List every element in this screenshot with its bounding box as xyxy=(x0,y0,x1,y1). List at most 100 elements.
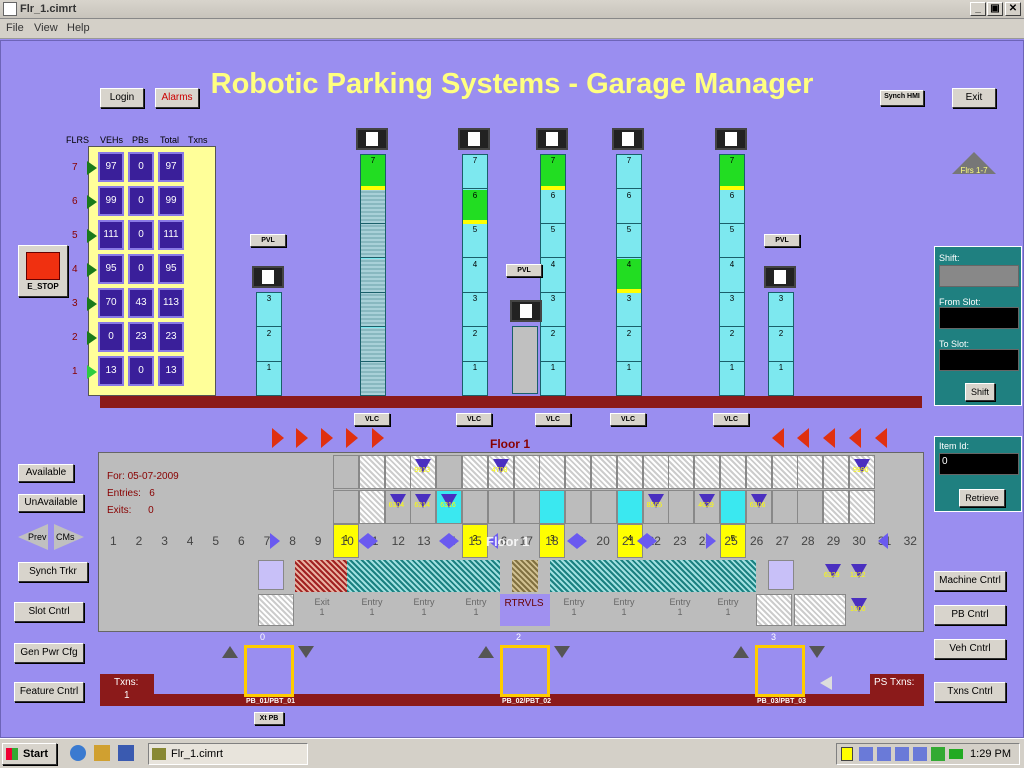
slot-cell[interactable] xyxy=(823,455,850,489)
tower-slot[interactable] xyxy=(361,327,385,362)
slot-cell[interactable] xyxy=(358,490,385,524)
vlc-button-5[interactable]: VLC xyxy=(713,413,749,426)
entry-arrow-right-icon[interactable] xyxy=(346,428,358,448)
tower-slot[interactable] xyxy=(361,293,385,327)
tower-slot[interactable]: 1 xyxy=(463,362,487,396)
available-button[interactable]: Available xyxy=(18,464,74,482)
xt-pb-button[interactable]: Xt PB xyxy=(254,712,284,725)
slot-cell[interactable] xyxy=(694,455,721,489)
slot-cell[interactable] xyxy=(258,594,294,626)
volume-icon[interactable] xyxy=(931,747,945,761)
txns-cntrl-button[interactable]: Txns Cntrl xyxy=(934,682,1006,702)
tower-slot[interactable] xyxy=(361,362,385,396)
entry-arrow-right-icon[interactable] xyxy=(372,428,384,448)
synch-hmi-button[interactable]: Synch HMI xyxy=(880,90,924,106)
entry-arrow-right-icon[interactable] xyxy=(272,428,284,448)
vlc-button-1[interactable]: VLC xyxy=(354,413,390,426)
entry-arrow-left-icon[interactable] xyxy=(849,428,861,448)
slot-cell[interactable] xyxy=(823,490,850,524)
unavailable-button[interactable]: UnAvailable xyxy=(18,494,84,512)
entry-arrow-left-icon[interactable] xyxy=(797,428,809,448)
slot-cell[interactable] xyxy=(797,455,824,489)
quicklaunch-icon[interactable] xyxy=(118,745,134,761)
machine-cntrl-button[interactable]: Machine Cntrl xyxy=(934,571,1006,591)
entry-arrow-left-icon[interactable] xyxy=(823,428,835,448)
tower-slot[interactable]: 1 xyxy=(769,362,793,396)
entry-arrow-left-icon[interactable] xyxy=(772,428,784,448)
tower-slot[interactable]: 7 xyxy=(361,155,385,189)
slot-cell[interactable] xyxy=(384,455,411,489)
floor-select-icon[interactable] xyxy=(87,229,97,243)
tower-slot[interactable]: 3 xyxy=(769,293,793,327)
slot-cell[interactable] xyxy=(333,455,359,489)
tower-slot[interactable]: 7 xyxy=(463,155,487,189)
vlc-button-2[interactable]: VLC xyxy=(456,413,492,426)
tower-slot[interactable]: 2 xyxy=(769,328,793,362)
slot-cell[interactable] xyxy=(539,490,566,524)
tower-slot[interactable]: 1 xyxy=(257,362,281,396)
tower-slot[interactable]: 4 xyxy=(617,258,641,293)
tower-slot[interactable]: 6 xyxy=(720,190,744,224)
explorer-icon[interactable] xyxy=(94,745,110,761)
tower-slot[interactable]: 2 xyxy=(463,328,487,362)
slot-cell[interactable] xyxy=(745,455,772,489)
slot-cell[interactable] xyxy=(720,455,746,489)
tower-slot[interactable]: 5 xyxy=(463,224,487,258)
shift-button[interactable]: Shift xyxy=(965,383,995,401)
pb-station[interactable] xyxy=(244,645,294,697)
up-arrow-icon[interactable] xyxy=(733,646,749,658)
maximize-button[interactable]: ▣ xyxy=(987,2,1003,16)
tower-slot[interactable]: 1 xyxy=(541,362,565,396)
floor-select-icon[interactable] xyxy=(87,365,97,379)
slot-cell[interactable] xyxy=(616,455,643,489)
battery-icon[interactable] xyxy=(949,749,963,759)
minimize-button[interactable]: _ xyxy=(970,2,986,16)
pb-station[interactable] xyxy=(755,645,805,697)
menu-help[interactable]: Help xyxy=(67,22,90,34)
slot-cell[interactable] xyxy=(436,455,463,489)
tower-slot[interactable]: 4 xyxy=(720,259,744,293)
slot-cell[interactable] xyxy=(487,490,514,524)
slot-cell[interactable] xyxy=(668,455,695,489)
gen-pwr-cfg-button[interactable]: Gen Pwr Cfg xyxy=(14,643,84,663)
tower-slot[interactable]: 7 xyxy=(617,155,641,189)
slot-cell[interactable] xyxy=(720,490,746,524)
slot-cell[interactable] xyxy=(591,455,617,489)
floor-select-icon[interactable] xyxy=(87,263,97,277)
tower-slot[interactable]: 4 xyxy=(541,259,565,293)
close-button[interactable]: ✕ xyxy=(1005,2,1021,16)
tower-slot[interactable]: 7 xyxy=(541,155,565,189)
slot-cell[interactable] xyxy=(462,455,488,489)
tower-slot[interactable]: 3 xyxy=(257,293,281,327)
exit-button[interactable]: Exit xyxy=(952,88,996,108)
up-arrow-icon[interactable] xyxy=(478,646,494,658)
down-arrow-icon[interactable] xyxy=(298,646,314,658)
tower-slot[interactable]: 6 xyxy=(463,189,487,224)
from-slot-input[interactable] xyxy=(939,307,1019,329)
tower-slot[interactable]: 1 xyxy=(720,362,744,396)
entry-arrow-right-icon[interactable] xyxy=(296,428,308,448)
tower-slot[interactable]: 1 xyxy=(617,362,641,396)
network-icon-4[interactable] xyxy=(913,747,927,761)
menu-file[interactable]: File xyxy=(6,22,24,34)
retrieve-button[interactable]: Retrieve xyxy=(959,489,1005,507)
slot-cell[interactable] xyxy=(771,455,798,489)
tower-slot[interactable]: 7 xyxy=(720,155,744,189)
tower-slot[interactable]: 5 xyxy=(541,224,565,258)
slot-cell[interactable] xyxy=(756,594,792,626)
slot-cntrl-button[interactable]: Slot Cntrl xyxy=(14,602,84,622)
tower-slot[interactable]: 3 xyxy=(463,293,487,327)
feature-cntrl-button[interactable]: Feature Cntrl xyxy=(14,682,84,702)
slot-cell[interactable] xyxy=(333,490,359,524)
entry-arrow-left-icon[interactable] xyxy=(875,428,887,448)
slot-cell[interactable] xyxy=(462,490,488,524)
up-arrow-icon[interactable] xyxy=(222,646,238,658)
tower-slot[interactable]: 2 xyxy=(257,328,281,362)
menu-view[interactable]: View xyxy=(34,22,58,34)
network-icon-2[interactable] xyxy=(877,747,891,761)
tower-slot[interactable]: 6 xyxy=(541,190,565,224)
tower-slot[interactable]: 2 xyxy=(720,328,744,362)
tower-slot[interactable] xyxy=(361,258,385,293)
ie-icon[interactable] xyxy=(70,745,86,761)
slot-cell[interactable] xyxy=(565,490,592,524)
